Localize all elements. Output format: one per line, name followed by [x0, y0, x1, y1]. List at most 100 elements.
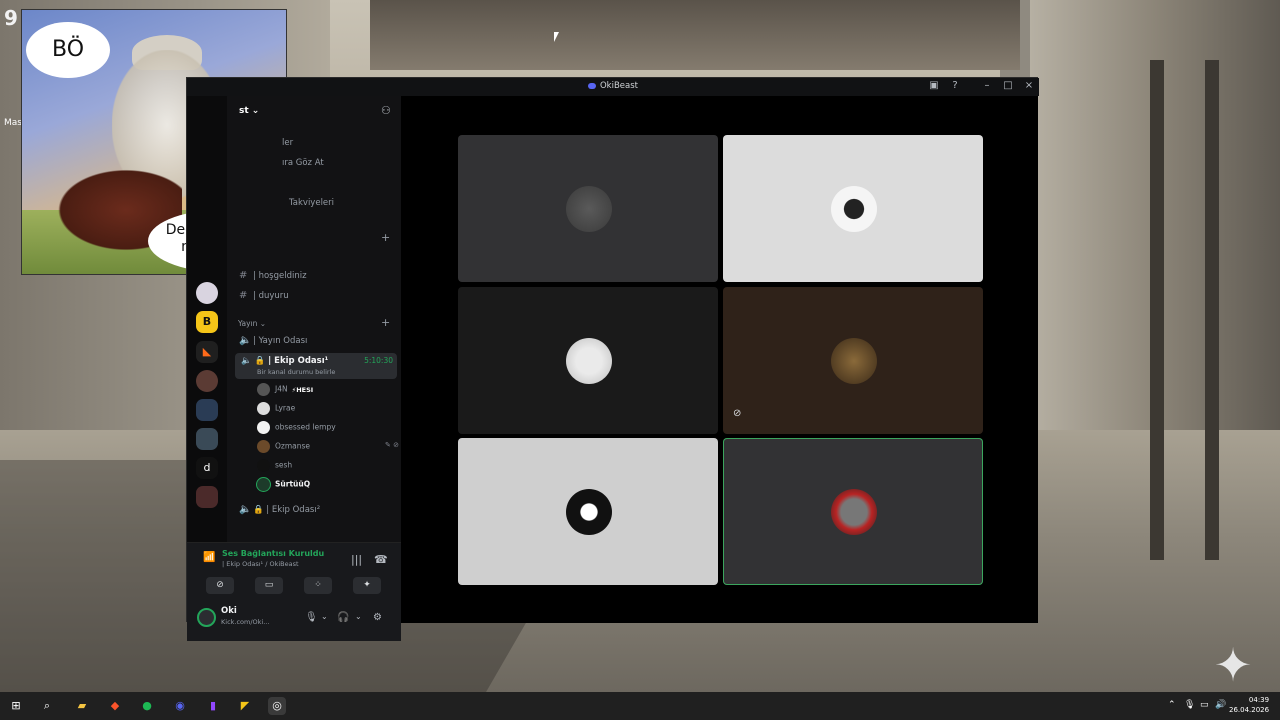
user-name: Lyrae: [275, 403, 296, 413]
desktop-corner-number: 9: [4, 6, 18, 30]
brave-icon[interactable]: ◆: [106, 697, 124, 715]
discord-logo-icon: [587, 82, 596, 89]
category-yayin[interactable]: Yayın ⌄: [238, 319, 266, 328]
participant-avatar: [831, 489, 877, 535]
user-name[interactable]: Oki: [221, 606, 237, 616]
server-icon-fighter[interactable]: [196, 486, 218, 508]
search-icon[interactable]: ⌕: [38, 697, 56, 715]
add-channel-icon[interactable]: +: [381, 231, 390, 244]
participant-tile[interactable]: ⊘: [723, 287, 983, 434]
add-channel-icon[interactable]: +: [381, 316, 390, 329]
inbox-icon[interactable]: ▣: [927, 80, 941, 91]
close-icon[interactable]: ×: [1022, 80, 1036, 91]
network-icon[interactable]: ▭: [1200, 700, 1209, 710]
taskbar: ⊞ ⌕ ▰ ◆ ● ◉ ▮ ◤ ◎ ⌃ 🎙 ▭ 🔊 04:39 26.04.202…: [0, 692, 1280, 720]
system-clock[interactable]: 04:39 26.04.2026: [1229, 695, 1269, 715]
channel-status[interactable]: Bir kanal durumu belirle: [257, 368, 335, 376]
wallpaper-pillar: [1205, 60, 1219, 560]
soundboard-button[interactable]: ✦: [353, 577, 381, 594]
microphone-icon[interactable]: 🎙: [305, 612, 318, 623]
server-icon-face[interactable]: [196, 370, 218, 392]
activities-button[interactable]: ⁘: [304, 577, 332, 594]
title-bar[interactable]: OkiBeast ▣ ? – □ ×: [187, 78, 1039, 96]
voice-channel-ekip-odasi-1[interactable]: 🔈 🔒 | Ekip Odası¹ 5:10:30 Bir kanal duru…: [235, 353, 397, 379]
hesi-badge: ⚡HESI: [291, 385, 314, 394]
discord-icon[interactable]: ◉: [171, 697, 189, 715]
participant-tile[interactable]: [458, 438, 718, 585]
avatar: [257, 459, 270, 472]
user-status: Kick.com/Oki...: [221, 618, 270, 626]
participant-avatar: [566, 489, 612, 535]
user-name: sesh: [275, 460, 293, 470]
chevron-up-icon[interactable]: ⌃: [1168, 700, 1176, 710]
app-icon[interactable]: ◤: [236, 697, 254, 715]
channel-duyuru[interactable]: # | duyuru: [239, 290, 289, 301]
participant-tile-speaking[interactable]: [723, 438, 983, 585]
disconnect-icon[interactable]: ☎: [374, 553, 388, 566]
avatar: [257, 402, 270, 415]
voice-channel-path[interactable]: | Ekip Odası¹ / OkiBeast: [222, 560, 299, 568]
server-icon-brand[interactable]: B: [196, 311, 218, 333]
channel-hosgeldiniz[interactable]: # | hoşgeldiniz: [239, 270, 307, 281]
voice-user[interactable]: SürtüüQ: [257, 478, 310, 494]
speaker-icon: 🔈: [241, 356, 252, 366]
voice-channel-yayin-odasi[interactable]: 🔈 | Yayın Odası: [239, 335, 307, 346]
maximize-icon[interactable]: □: [1001, 80, 1015, 91]
window-title: OkiBeast: [187, 81, 1039, 91]
chevron-down-icon[interactable]: ⌄: [355, 612, 362, 621]
spotify-icon[interactable]: ●: [138, 697, 156, 715]
voice-user[interactable]: obsessed lempy: [257, 421, 336, 437]
voice-channel-ekip-odasi-2[interactable]: 🔈 🔒 | Ekip Odası²: [239, 504, 320, 515]
microphone-icon[interactable]: 🎙: [1184, 700, 1195, 710]
participant-tile[interactable]: [458, 135, 718, 282]
badge-label: HESI: [296, 385, 314, 394]
server-icon-blue[interactable]: [196, 399, 218, 421]
voice-user[interactable]: sesh: [257, 459, 414, 475]
server-name[interactable]: st ⌄: [239, 106, 259, 116]
user-name: J4N: [275, 384, 288, 394]
camera-off-button[interactable]: ⊘: [206, 577, 234, 594]
server-icon-d[interactable]: d: [196, 457, 218, 479]
menu-line[interactable]: ıra Göz At: [282, 158, 324, 168]
start-windows-icon[interactable]: ⊞: [7, 697, 25, 715]
voice-user[interactable]: Ozmanse ✎ ⊘: [257, 440, 399, 456]
participant-avatar: [831, 186, 877, 232]
minimize-icon[interactable]: –: [980, 80, 994, 91]
avatar: [257, 440, 270, 453]
menu-line[interactable]: ler: [282, 138, 293, 148]
user-name: Ozmanse: [275, 441, 311, 451]
screen-share-button[interactable]: ▭: [255, 577, 283, 594]
participant-tile[interactable]: [723, 135, 983, 282]
user-panel: Oki Kick.com/Oki... 🎙 ⌄ 🎧 ⌄ ⚙: [187, 598, 401, 641]
wallpaper-pillar: [1150, 60, 1164, 560]
volume-icon[interactable]: 🔊: [1215, 700, 1226, 710]
muted-deafened-icon: ✎ ⊘: [385, 441, 399, 449]
twitch-icon[interactable]: ▮: [204, 697, 222, 715]
participant-tile[interactable]: [458, 287, 718, 434]
chevron-down-icon[interactable]: ⌄: [321, 612, 328, 621]
voice-status[interactable]: Ses Bağlantısı Kuruldu: [222, 549, 324, 558]
wallpaper-roof: [370, 0, 1020, 70]
add-member-icon[interactable]: ⚇: [381, 104, 391, 117]
menu-line[interactable]: Takviyeleri: [289, 198, 334, 208]
noise-suppression-icon[interactable]: |||: [351, 553, 362, 566]
server-icon-avatar[interactable]: [196, 282, 218, 304]
signal-icon: 📶: [203, 552, 216, 563]
help-icon[interactable]: ?: [948, 80, 962, 91]
server-icon-orange[interactable]: ◣: [196, 341, 218, 363]
discord-window: OkiBeast ▣ ? – □ × B ◣ d st ⌄ ⚇ ler ıra …: [186, 77, 1039, 641]
voice-user[interactable]: J4N ⚡HESI: [257, 383, 313, 399]
settings-gear-icon[interactable]: ⚙: [373, 612, 382, 623]
headphones-icon[interactable]: 🎧: [337, 612, 349, 623]
obs-icon[interactable]: ◎: [268, 697, 286, 715]
server-icon-elephant[interactable]: [196, 428, 218, 450]
voice-user[interactable]: Lyrae: [257, 402, 295, 418]
user-name: obsessed lempy: [275, 422, 336, 432]
user-avatar[interactable]: [197, 608, 216, 627]
camera-off-icon: ⊘: [733, 408, 742, 419]
category-label: Yayın: [238, 319, 258, 328]
file-explorer-icon[interactable]: ▰: [73, 697, 91, 715]
desktop-icon-label[interactable]: Mas: [4, 118, 22, 128]
channel-label: | Ekip Odası²: [266, 505, 321, 515]
hashtag-icon: #: [239, 270, 248, 281]
